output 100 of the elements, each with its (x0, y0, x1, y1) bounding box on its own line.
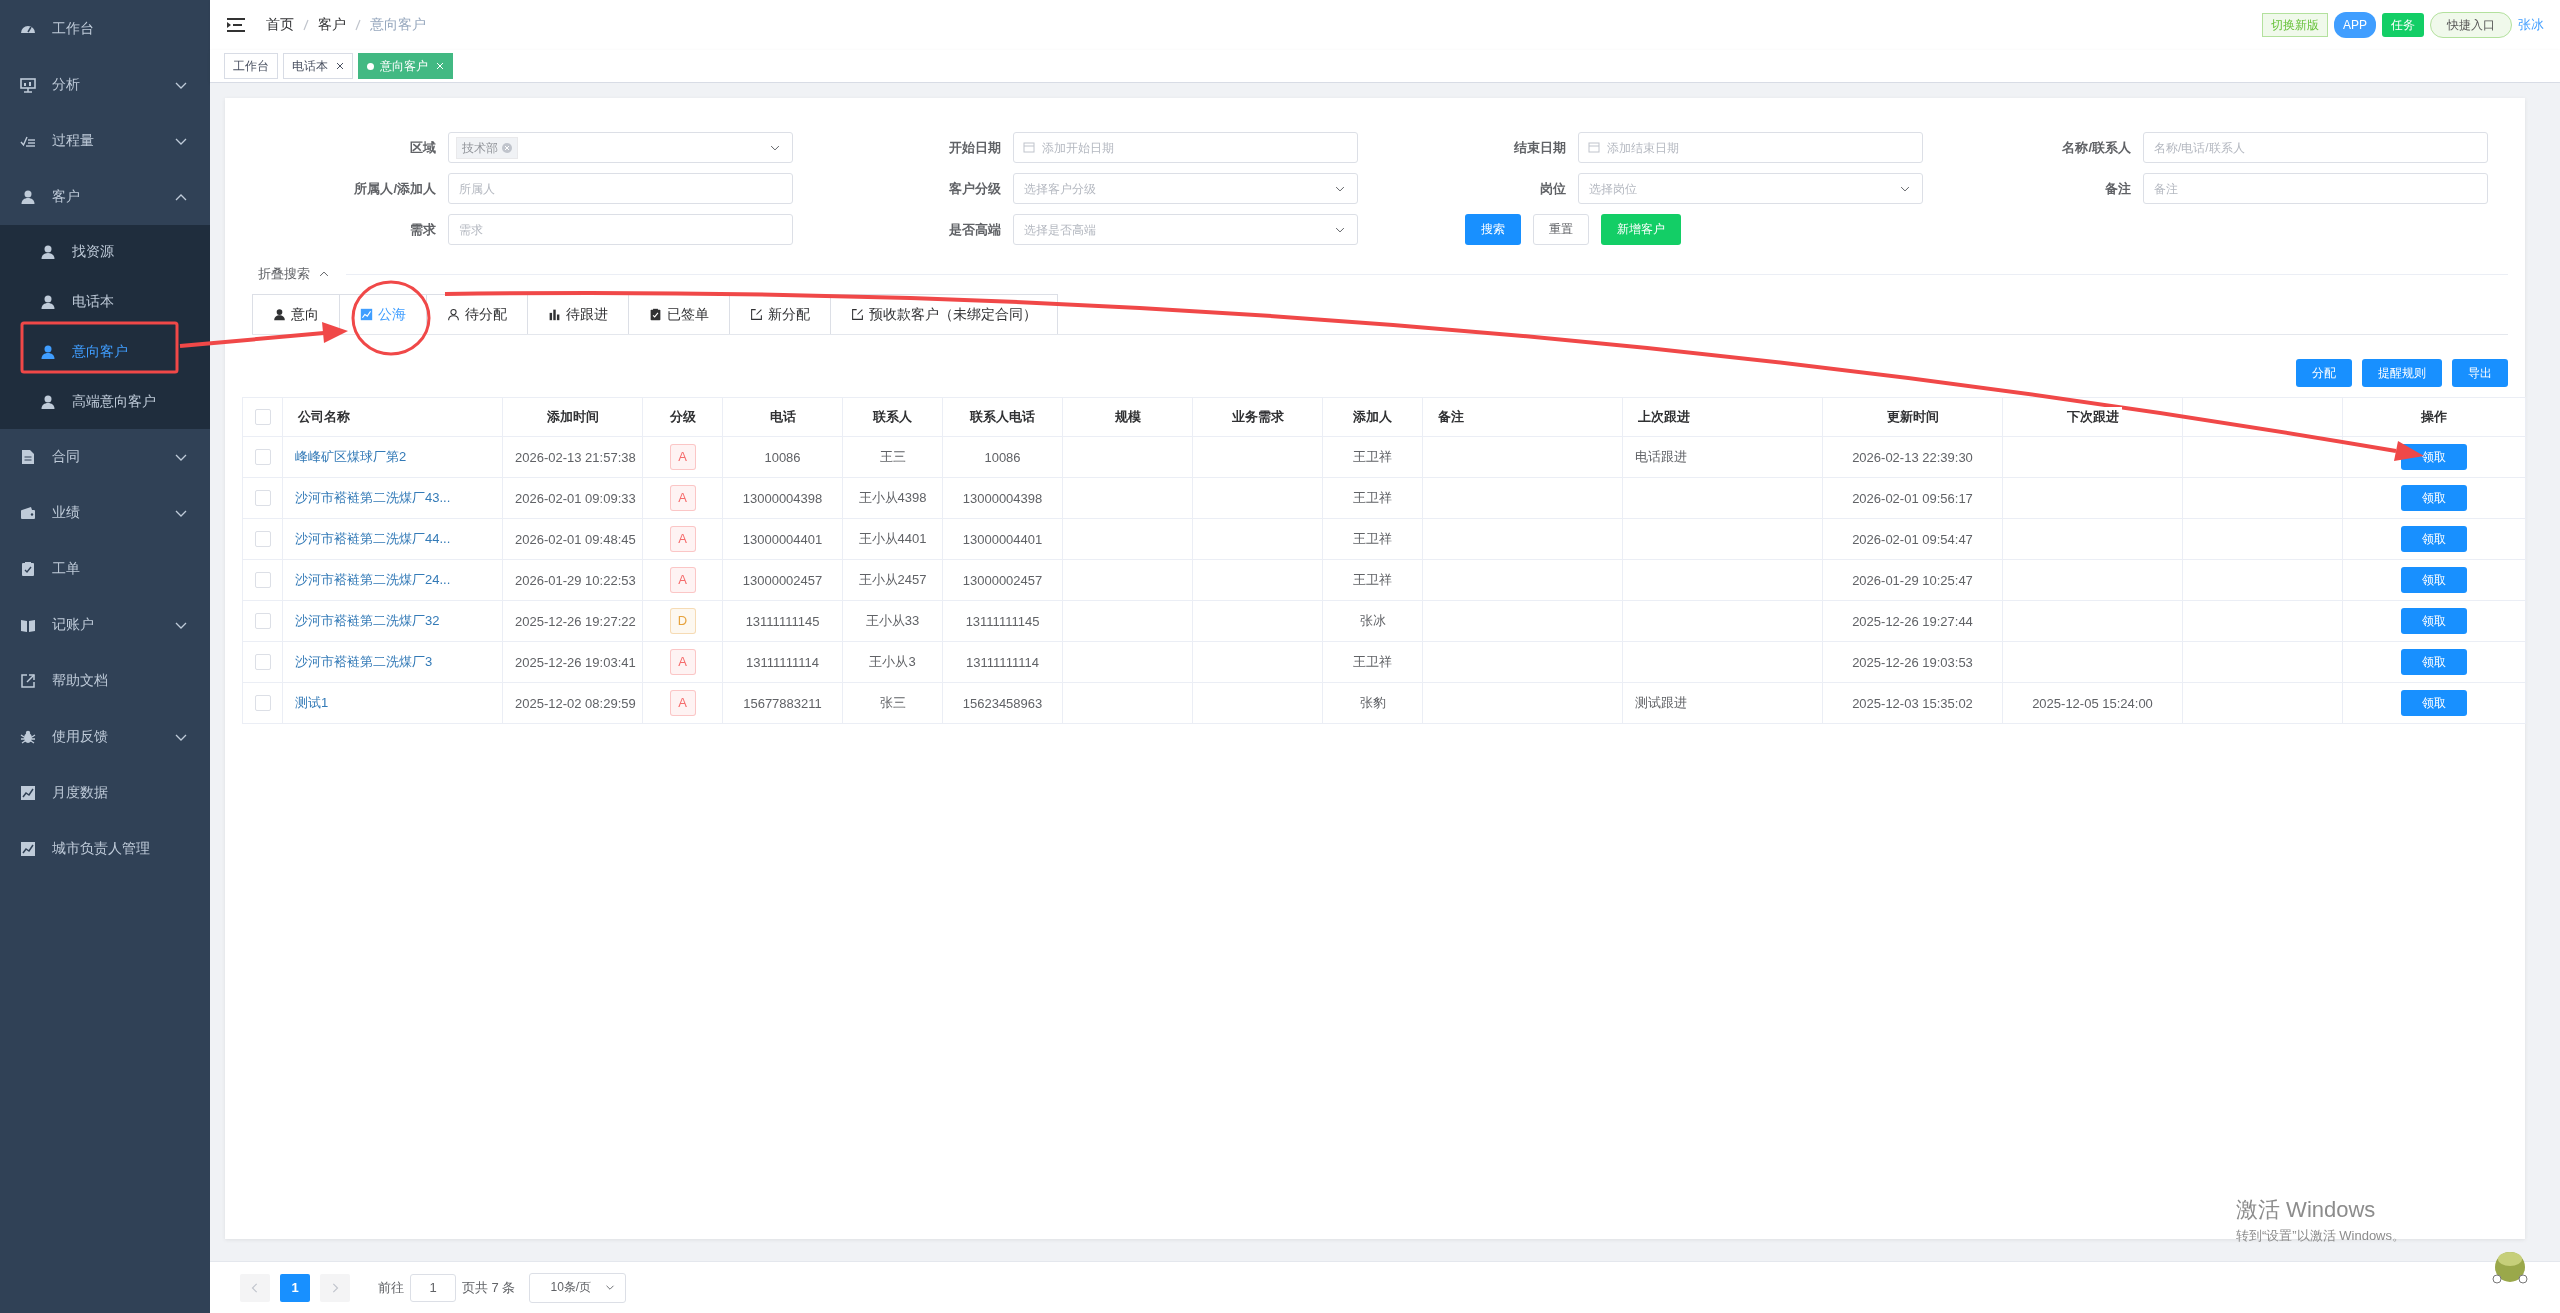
form-button[interactable]: 重置 (1533, 214, 1589, 245)
menu-item[interactable]: 工单 (0, 541, 210, 597)
line-chart-icon (20, 841, 36, 857)
table-cell: 13000004401 (742, 531, 823, 547)
column-header: 分级 (666, 407, 699, 426)
chip-label: 技术部 (462, 139, 498, 157)
table-cell: 13000002457 (962, 572, 1043, 588)
input-field[interactable]: 名称/电话/联系人 (2143, 132, 2488, 163)
company-link[interactable]: 测试1 (295, 695, 329, 710)
table-cell: 2026-02-01 09:48:45 (515, 531, 636, 547)
table-cell: 2026-02-13 21:57:38 (515, 449, 636, 465)
document-icon (20, 449, 36, 465)
select-field[interactable]: 选择是否高端 (1013, 214, 1358, 245)
close-icon (336, 62, 344, 70)
page-tag[interactable]: 工作台 (224, 53, 278, 79)
wallet-icon (20, 505, 36, 521)
table-cell: 王小从4401 (858, 531, 927, 546)
page-tag[interactable]: 电话本 (283, 53, 353, 79)
menu-item[interactable]: 分析 (0, 57, 210, 113)
tab[interactable]: 预收款客户（未绑定合同） (830, 294, 1058, 334)
header-button[interactable]: 快捷入口 (2430, 12, 2512, 38)
table-cell: 王卫祥 (1353, 449, 1392, 464)
column-header: 联系人电话 (967, 407, 1038, 426)
total-count: 页共 7 条 (462, 1278, 516, 1297)
chevron-up-icon (318, 269, 330, 279)
date-field[interactable]: 添加开始日期 (1013, 132, 1358, 163)
checkbox[interactable] (254, 531, 271, 548)
submenu-item[interactable]: 找资源 (0, 227, 210, 277)
submenu-item[interactable]: 电话本 (0, 277, 210, 327)
tab[interactable]: 意向 (252, 294, 339, 334)
breadcrumb-link[interactable]: 首页 (266, 16, 294, 34)
goto-label: 前往 (378, 1278, 404, 1297)
column-header: 上次跟进 (1635, 407, 1693, 426)
book-icon (20, 617, 36, 633)
clipboard-icon (649, 308, 662, 321)
menu-item[interactable]: 工作台 (0, 1, 210, 57)
menu-item[interactable]: 记账户 (0, 597, 210, 653)
line-chart-icon (20, 785, 36, 801)
input-field[interactable]: 备注 (2143, 173, 2488, 204)
grade-tag: D (669, 608, 696, 634)
input-field[interactable]: 需求 (448, 214, 793, 245)
field-label: 备注 (2104, 179, 2132, 198)
table-cell: 王卫祥 (1353, 572, 1392, 587)
checkbox[interactable] (254, 572, 271, 589)
column-header: 规模 (1111, 407, 1144, 426)
breadcrumb-link[interactable]: 客户 (318, 16, 346, 34)
collapse-toggle[interactable]: 折叠搜索 (258, 265, 330, 283)
table-cell: 2025-12-02 08:29:59 (515, 695, 636, 711)
previous-page-button[interactable] (240, 1273, 270, 1302)
table-cell: 13000004398 (962, 490, 1043, 506)
checkbox[interactable] (254, 695, 271, 712)
table-cell: 2026-01-29 10:25:47 (1852, 572, 1973, 588)
next-page-button[interactable] (320, 1273, 350, 1302)
table-cell: 2026-01-29 10:22:53 (515, 572, 636, 588)
grade-tag: A (669, 649, 696, 675)
menu-item[interactable]: 帮助文档 (0, 653, 210, 709)
column-header: 添加人 (1350, 407, 1395, 426)
grade-tag: A (669, 567, 696, 593)
table-cell: 15677883211 (743, 695, 822, 711)
select-field[interactable]: 选择岗位 (1578, 173, 1923, 204)
menu-item[interactable]: 客户 (0, 169, 210, 225)
menu-item[interactable]: 业绩 (0, 485, 210, 541)
select-field[interactable]: 选择客户分级 (1013, 173, 1358, 204)
close-circle-icon (502, 143, 512, 153)
table-cell: 2025-12-26 19:27:22 (515, 613, 636, 629)
checkbox[interactable] (254, 409, 271, 426)
table-cell: 10086 (764, 449, 801, 465)
grade-tag: A (669, 485, 696, 511)
external-link-icon (750, 308, 763, 321)
user-icon (40, 394, 56, 410)
table-cell: 测试跟进 (1635, 695, 1687, 710)
input-field[interactable]: 所属人 (448, 173, 793, 204)
menu-item[interactable]: 城市负责人管理 (0, 821, 210, 877)
checkbox[interactable] (254, 613, 271, 630)
presentation-board-icon (20, 77, 36, 93)
table-cell: 13000004401 (962, 531, 1043, 547)
table-cell: 王小从2457 (858, 572, 927, 587)
user-icon (40, 244, 56, 260)
activation-title: 激活 Windows (2236, 1196, 2377, 1224)
menu-item[interactable]: 月度数据 (0, 765, 210, 821)
checkbox[interactable] (254, 490, 271, 507)
date-field[interactable]: 添加结束日期 (1578, 132, 1923, 163)
company-link[interactable]: 峰峰矿区煤球厂第2 (295, 449, 407, 464)
field-label: 岗位 (1539, 179, 1567, 198)
table-cell: 2025-12-05 15:24:00 (2032, 695, 2153, 711)
submenu-item[interactable]: 高端意向客户 (0, 377, 210, 427)
field-label: 区域 (409, 138, 437, 157)
submenu-item[interactable]: 意向客户 (0, 327, 210, 377)
menu-item[interactable]: 合同 (0, 429, 210, 485)
menu-item[interactable]: 过程量 (0, 113, 210, 169)
chevron-down-icon (1899, 184, 1911, 194)
page-input[interactable]: 1 (410, 1273, 456, 1302)
checkbox[interactable] (254, 449, 271, 466)
chevron-down-icon (1334, 184, 1346, 194)
field-label: 需求 (409, 220, 437, 239)
menu-item[interactable]: 使用反馈 (0, 709, 210, 765)
page-size-select[interactable]: 10条/页 (529, 1272, 627, 1303)
table-cell: 13000004398 (742, 490, 823, 506)
user-icon (40, 294, 56, 310)
checkbox[interactable] (254, 654, 271, 671)
